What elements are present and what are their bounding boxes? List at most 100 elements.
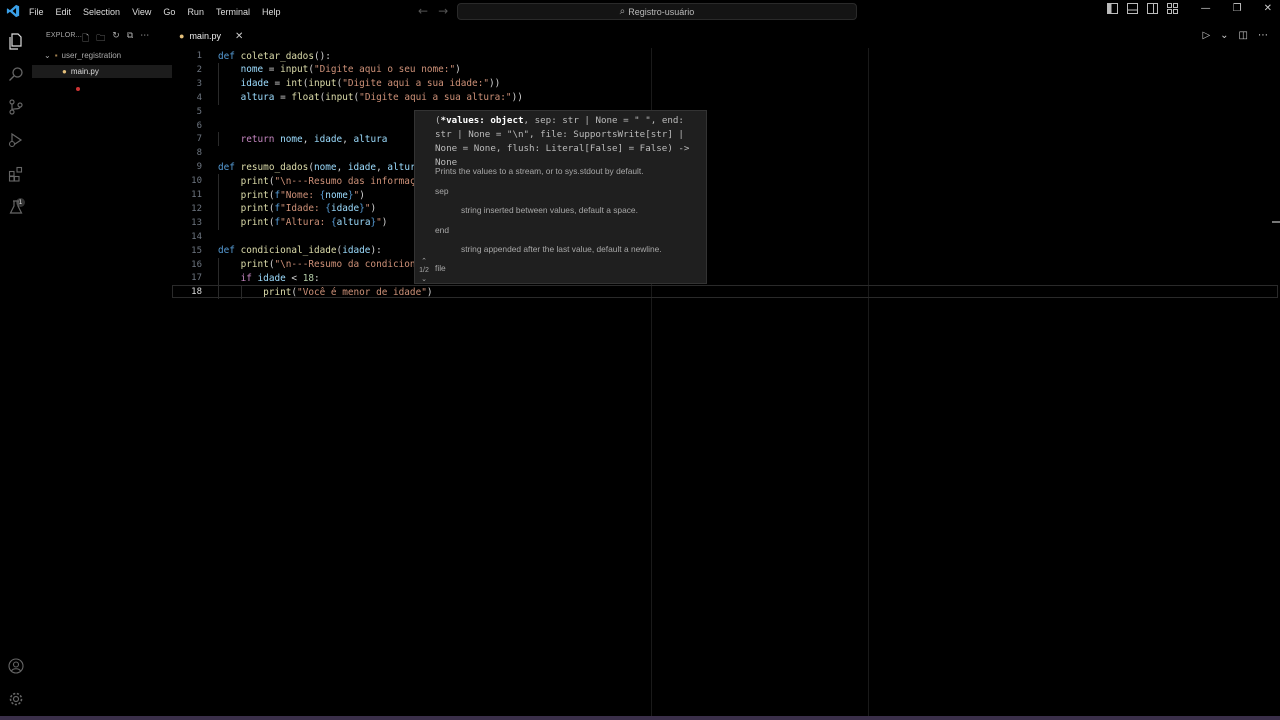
indent-guide: [218, 257, 219, 272]
window-controls: — ❐ ✕: [1201, 3, 1272, 14]
code-line[interactable]: 9 def resumo_dados(nome, idade, altura: [172, 160, 1280, 174]
window-layout-controls: — ❐ ✕: [1107, 2, 1272, 14]
chevron-up-icon[interactable]: ⌃: [416, 258, 432, 265]
new-folder-icon[interactable]: 🗀: [96, 31, 105, 47]
minimize-icon[interactable]: —: [1201, 3, 1211, 14]
menu-view[interactable]: View: [132, 7, 151, 17]
code-text: nome = input("Digite aqui o seu nome:"): [240, 64, 461, 76]
refresh-icon[interactable]: ↻: [112, 31, 120, 47]
line-number: 5: [196, 106, 202, 117]
line-number: 18: [191, 287, 202, 298]
doc-param-file: file: [435, 263, 446, 273]
forward-arrow-icon[interactable]: →: [438, 4, 448, 18]
line-number: 7: [196, 134, 202, 145]
accounts-icon[interactable]: [7, 657, 25, 675]
extensions-icon[interactable]: [7, 165, 25, 183]
code-line[interactable]: 18 print("Você é menor de idade"): [172, 285, 1280, 300]
run-dropdown-icon[interactable]: ⌄: [1220, 30, 1228, 41]
code-text: def resumo_dados(nome, idade, altura: [218, 161, 422, 173]
menu-run[interactable]: Run: [187, 7, 204, 17]
testing-flask-icon[interactable]: [7, 198, 25, 216]
indent-guide: [240, 285, 242, 300]
code-line[interactable]: 2 nome = input("Digite aqui o seu nome:"…: [172, 62, 1280, 77]
code-line[interactable]: 13 print(f"Altura: {altura}"): [172, 215, 1280, 230]
parameter-hint-popup: ⌃ 1/2 ⌄ (*values: object, sep: str | Non…: [414, 110, 707, 284]
code-line[interactable]: 14: [172, 230, 1280, 244]
chevron-down-icon[interactable]: ⌄: [416, 276, 432, 283]
code-line[interactable]: 4 altura = float(input("Digite aqui a su…: [172, 90, 1280, 105]
indent-guide: [218, 76, 219, 91]
toggle-primary-sidebar-icon[interactable]: [1107, 2, 1119, 14]
line-number: 12: [191, 203, 202, 214]
menu-go[interactable]: Go: [163, 7, 175, 17]
close-tab-icon[interactable]: ✕: [235, 31, 243, 42]
signature-pager[interactable]: ⌃ 1/2 ⌄: [416, 258, 432, 283]
source-control-icon[interactable]: [7, 98, 25, 116]
editor-actions: ▷ ⌄ ◫ ⋯: [1202, 30, 1268, 41]
settings-gear-icon[interactable]: [7, 690, 25, 708]
menu-help[interactable]: Help: [262, 7, 281, 17]
code-text: print("Você é menor de idade"): [263, 286, 433, 298]
more-editor-actions-icon[interactable]: ⋯: [1258, 30, 1268, 41]
search-text: Registro-usuário: [628, 6, 695, 17]
code-line[interactable]: 5: [172, 105, 1280, 119]
line-number: 3: [196, 78, 202, 89]
python-file-icon: ●: [179, 31, 185, 41]
run-icon[interactable]: ▷: [1202, 30, 1210, 41]
search-icon: ⌕: [619, 6, 626, 17]
toggle-panel-icon[interactable]: [1127, 2, 1139, 14]
code-text: print("\n---Resumo das informaçõ: [240, 175, 422, 187]
tab-main-py[interactable]: ● main.py ✕: [172, 24, 252, 48]
code-text: idade = int(input("Digite aqui a sua ida…: [240, 78, 501, 90]
line-number: 6: [196, 120, 202, 131]
more-actions-icon[interactable]: ⋯: [140, 31, 149, 47]
menu-edit[interactable]: Edit: [56, 7, 72, 17]
code-line[interactable]: 16 print("\n---Resumo da condiciona: [172, 257, 1280, 272]
line-number: 16: [191, 259, 202, 270]
menu-terminal[interactable]: Terminal: [216, 7, 250, 17]
code-line[interactable]: 17 if idade < 18:: [172, 271, 1280, 286]
file-main-py[interactable]: ● main.py: [32, 65, 172, 78]
code-text: print(f"Nome: {nome}"): [240, 189, 365, 201]
code-text: altura = float(input("Digite aqui a sua …: [240, 92, 523, 104]
code-line[interactable]: 10 print("\n---Resumo das informaçõ: [172, 174, 1280, 189]
explorer-icon[interactable]: [7, 32, 25, 50]
doc-param-sep: sep: [435, 186, 449, 196]
nav-arrows: ← →: [418, 4, 448, 18]
code-line[interactable]: 1 def coletar_dados():: [172, 49, 1280, 63]
restore-icon[interactable]: ❐: [1233, 3, 1242, 14]
indent-guide: [218, 132, 219, 147]
doc-param-end-desc: string appended after the last value, de…: [461, 244, 662, 254]
code-line[interactable]: 12 print(f"Idade: {idade}"): [172, 201, 1280, 216]
run-debug-icon[interactable]: [7, 131, 25, 149]
code-text: return nome, idade, altura: [240, 133, 388, 145]
code-line[interactable]: 7 return nome, idade, altura: [172, 132, 1280, 147]
command-center-search[interactable]: ⌕ Registro-usuário: [457, 3, 857, 20]
code-line[interactable]: 11 print(f"Nome: {nome}"): [172, 188, 1280, 202]
code-line[interactable]: 8: [172, 146, 1280, 160]
code-line[interactable]: 3 idade = int(input("Digite aqui a sua i…: [172, 76, 1280, 91]
code-line[interactable]: 15 def condicional_idade(idade):: [172, 244, 1280, 258]
code-editor[interactable]: 1 def coletar_dados(): 2 nome = input("Dig…: [172, 48, 1280, 716]
indent-guide: [218, 215, 219, 230]
new-file-icon[interactable]: 🗋: [82, 31, 89, 47]
collapse-all-icon[interactable]: ⧉: [127, 31, 133, 47]
code-line[interactable]: 6: [172, 119, 1280, 133]
code-text: print("\n---Resumo da condiciona: [240, 259, 422, 270]
close-window-icon[interactable]: ✕: [1264, 3, 1272, 14]
search-activity-icon[interactable]: [7, 65, 25, 83]
line-number: 11: [191, 190, 202, 200]
split-editor-icon[interactable]: ◫: [1239, 30, 1248, 41]
folder-user-registration[interactable]: ⌄ ▪ user_registration: [44, 51, 121, 60]
chevron-down-icon: ⌄: [44, 51, 51, 60]
explorer-actions: 🗋 🗀 ↻ ⧉ ⋯: [82, 31, 149, 47]
indent-guide: [218, 62, 219, 77]
pager-text: 1/2: [419, 267, 429, 274]
menu-selection[interactable]: Selection: [83, 7, 120, 17]
customize-layout-icon[interactable]: [1167, 2, 1179, 14]
doc-param-sep-desc: string inserted between values, default …: [461, 205, 638, 215]
back-arrow-icon[interactable]: ←: [418, 4, 428, 18]
line-number: 13: [191, 217, 202, 228]
toggle-secondary-sidebar-icon[interactable]: [1147, 2, 1159, 14]
menu-file[interactable]: File: [29, 7, 44, 17]
